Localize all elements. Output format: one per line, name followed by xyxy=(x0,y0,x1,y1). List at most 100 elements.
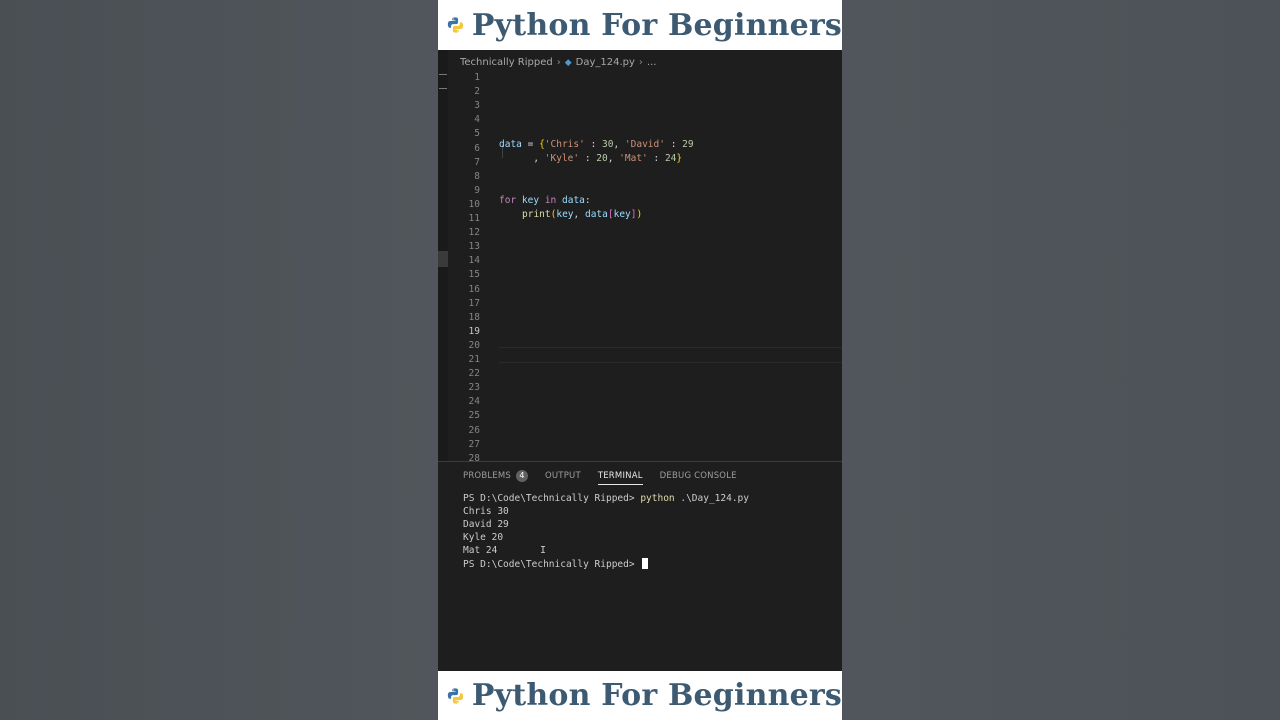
terminal-line: PS D:\Code\Technically Ripped> python .\… xyxy=(463,493,749,506)
code-token: data xyxy=(584,209,608,220)
terminal-line: PS D:\Code\Technically Ripped> xyxy=(463,558,749,571)
code-editor[interactable]: Technically Ripped › ◆ Day_124.py › ... … xyxy=(438,50,842,464)
terminal-prompt: PS D:\Code\Technically Ripped> xyxy=(463,559,641,570)
code-token: print xyxy=(522,209,551,220)
background-left xyxy=(0,0,438,720)
breadcrumb-folder[interactable]: Technically Ripped xyxy=(460,57,553,68)
terminal-line: David 29 xyxy=(463,519,509,530)
code-token: , xyxy=(573,209,585,220)
top-banner: Python For Beginners xyxy=(438,0,842,50)
code-token: : xyxy=(647,153,665,164)
terminal-cursor xyxy=(642,558,649,569)
line-number: 1 xyxy=(474,72,480,83)
line-number-row: 21 xyxy=(438,354,842,368)
line-number: 23 xyxy=(468,382,480,394)
line-number-row: 3 xyxy=(438,100,842,114)
code-line-5: data = {'Chris' : 30, 'David' : 29 xyxy=(438,128,842,150)
line-number-row: 17 xyxy=(438,298,842,312)
line-number-row: 25 xyxy=(438,410,842,424)
line-number: 14 xyxy=(468,255,480,267)
breadcrumb-more[interactable]: ... xyxy=(647,57,657,68)
line-number: 16 xyxy=(468,283,480,295)
code-line-9: for key in data: xyxy=(438,184,842,206)
line-number-row: 16 xyxy=(438,284,842,298)
code-line-6: , 'Kyle' : 20, 'Mat' : 24} xyxy=(438,142,842,164)
panel-tabs: PROBLEMS 4 OUTPUT TERMINAL DEBUG CONSOLE xyxy=(463,470,737,485)
line-number-row: 23 xyxy=(438,382,842,396)
line-number: 15 xyxy=(468,269,480,281)
code-token: 'Mat' xyxy=(619,153,648,164)
code-token: : xyxy=(579,153,597,164)
tab-label: OUTPUT xyxy=(545,471,581,481)
background-right xyxy=(842,0,1280,720)
line-number-row: 27 xyxy=(438,439,842,453)
code-token: ) xyxy=(636,209,643,220)
code-token: 20 xyxy=(596,153,608,164)
line-number: 19 xyxy=(468,325,480,337)
terminal-command-arg: .\Day_124.py xyxy=(674,493,749,504)
line-number: 27 xyxy=(468,438,480,450)
code-token: 'Kyle' xyxy=(544,153,580,164)
code-token: key xyxy=(613,209,631,220)
chevron-right-icon: › xyxy=(556,57,561,68)
line-number-row: 18 xyxy=(438,312,842,326)
tab-output[interactable]: OUTPUT xyxy=(545,471,581,484)
line-number-row: 13 xyxy=(438,241,842,255)
tab-terminal[interactable]: TERMINAL xyxy=(597,470,643,485)
terminal-line: Chris 30 xyxy=(463,506,509,517)
code-token: 24 xyxy=(664,153,677,164)
bottom-panel: PROBLEMS 4 OUTPUT TERMINAL DEBUG CONSOLE… xyxy=(438,461,842,672)
code-token: , xyxy=(607,153,620,164)
tab-label: DEBUG CONSOLE xyxy=(659,471,737,481)
line-number-row: 12 xyxy=(438,227,842,241)
python-file-icon: ◆ xyxy=(564,57,572,68)
tab-label: TERMINAL xyxy=(597,470,643,481)
line-number-row: 14 xyxy=(438,255,842,269)
line-number-row: 24 xyxy=(438,396,842,410)
line-number: 24 xyxy=(468,396,480,408)
line-number: 4 xyxy=(474,114,480,126)
line-number-row: 2 xyxy=(438,86,842,100)
line-number: 3 xyxy=(474,100,480,112)
banner-title: Python For Beginners xyxy=(471,7,842,43)
terminal-command: python xyxy=(640,493,675,504)
line-number-row: 15 xyxy=(438,269,842,283)
python-logo-icon xyxy=(447,687,464,704)
tab-debug-console[interactable]: DEBUG CONSOLE xyxy=(660,471,737,484)
line-number: 22 xyxy=(468,368,480,380)
line-number: 13 xyxy=(468,241,480,253)
problems-count-badge: 4 xyxy=(516,470,528,482)
line-number: 21 xyxy=(468,354,480,365)
line-number-row: 4 xyxy=(438,114,842,128)
terminal-prompt: PS D:\Code\Technically Ripped> xyxy=(463,493,641,504)
code-token: } xyxy=(676,153,683,164)
line-number-row: 1 xyxy=(438,72,842,86)
line-number-row: 26 xyxy=(438,425,842,439)
line-number-row: 8 xyxy=(438,171,842,185)
line-number: 18 xyxy=(468,311,480,323)
code-token: key xyxy=(556,209,574,220)
code-line-10: print(key, data[key]) xyxy=(438,198,842,220)
video-frame: Python For Beginners Technically Ripped … xyxy=(438,0,842,720)
terminal-line: Mat 24 xyxy=(463,545,498,556)
tab-problems[interactable]: PROBLEMS 4 xyxy=(463,470,528,485)
breadcrumb-file[interactable]: Day_124.py xyxy=(576,57,635,68)
banner-title: Python For Beginners xyxy=(471,678,842,713)
chevron-right-icon: › xyxy=(638,57,643,68)
line-number: 2 xyxy=(474,86,480,98)
line-number-row: 19 xyxy=(438,326,842,340)
text-cursor-icon: I xyxy=(540,545,547,556)
code-token: , xyxy=(499,153,545,164)
terminal-output[interactable]: PS D:\Code\Technically Ripped> python .\… xyxy=(463,493,749,571)
line-number: 25 xyxy=(468,410,480,422)
line-number: 20 xyxy=(468,339,480,351)
breadcrumb: Technically Ripped › ◆ Day_124.py › ... xyxy=(460,57,656,68)
line-number: 17 xyxy=(468,297,480,309)
line-number-row: 22 xyxy=(438,368,842,382)
line-number-row: 20 xyxy=(438,340,842,354)
bottom-banner: Python For Beginners xyxy=(438,671,842,720)
terminal-line: Kyle 20 xyxy=(463,532,504,543)
line-number: 26 xyxy=(468,424,480,436)
python-logo-icon xyxy=(447,17,464,33)
tab-label: PROBLEMS xyxy=(463,471,511,481)
